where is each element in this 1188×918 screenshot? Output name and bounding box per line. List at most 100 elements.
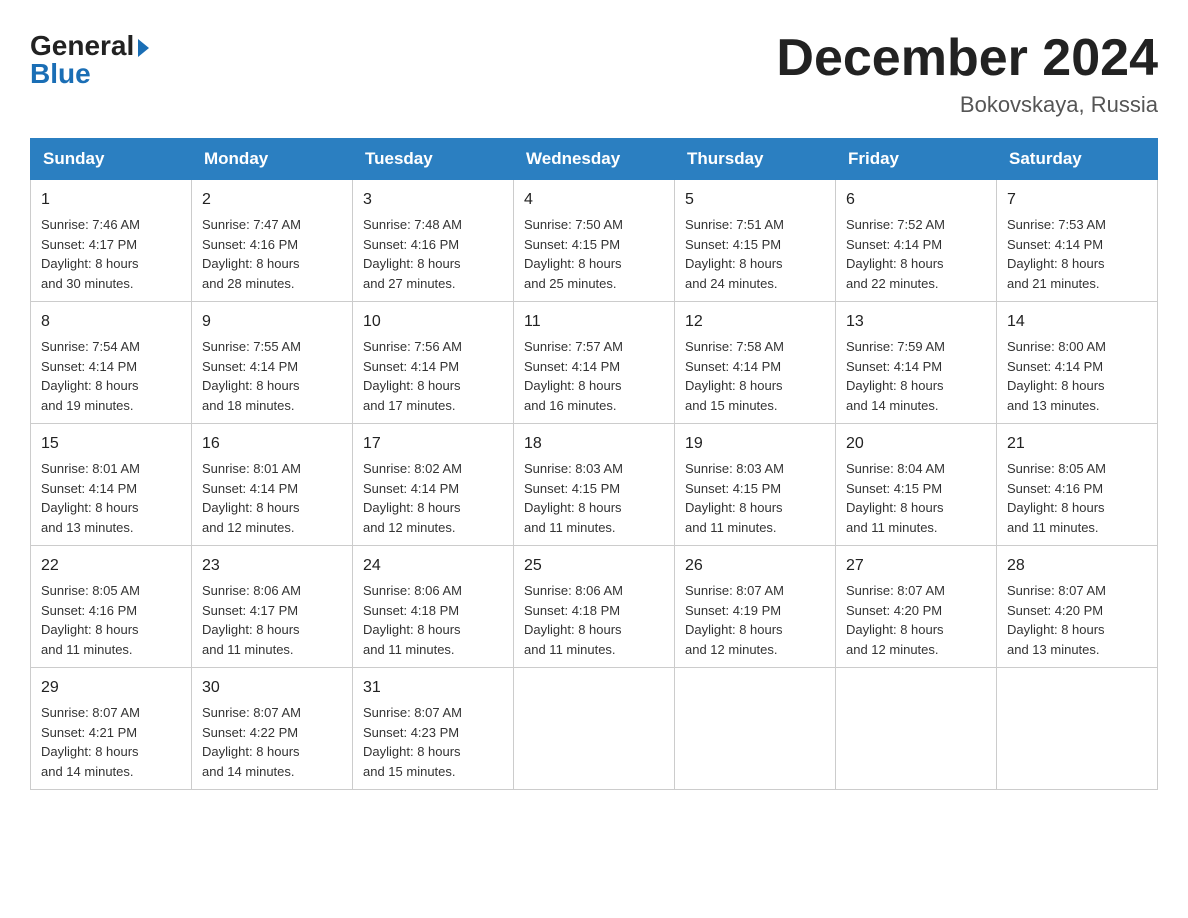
col-wednesday: Wednesday xyxy=(514,139,675,180)
calendar-cell: 23Sunrise: 8:06 AMSunset: 4:17 PMDayligh… xyxy=(192,546,353,668)
logo: General Blue xyxy=(30,30,149,90)
day-sunset: Sunset: 4:17 PM xyxy=(41,237,137,252)
day-daylight-line2: and 11 minutes. xyxy=(685,520,777,535)
calendar-cell: 24Sunrise: 8:06 AMSunset: 4:18 PMDayligh… xyxy=(353,546,514,668)
day-sunset: Sunset: 4:14 PM xyxy=(846,237,942,252)
day-number: 23 xyxy=(202,554,342,578)
day-number: 18 xyxy=(524,432,664,456)
day-sunset: Sunset: 4:14 PM xyxy=(524,359,620,374)
day-sunset: Sunset: 4:18 PM xyxy=(363,603,459,618)
calendar-cell: 11Sunrise: 7:57 AMSunset: 4:14 PMDayligh… xyxy=(514,302,675,424)
day-daylight-line1: Daylight: 8 hours xyxy=(1007,378,1105,393)
day-sunrise: Sunrise: 8:06 AM xyxy=(524,583,623,598)
calendar-cell: 16Sunrise: 8:01 AMSunset: 4:14 PMDayligh… xyxy=(192,424,353,546)
day-sunset: Sunset: 4:23 PM xyxy=(363,725,459,740)
day-daylight-line2: and 11 minutes. xyxy=(846,520,938,535)
day-number: 17 xyxy=(363,432,503,456)
day-daylight-line2: and 11 minutes. xyxy=(363,642,455,657)
week-row-1: 1Sunrise: 7:46 AMSunset: 4:17 PMDaylight… xyxy=(31,180,1158,302)
day-sunset: Sunset: 4:14 PM xyxy=(1007,237,1103,252)
day-sunset: Sunset: 4:14 PM xyxy=(363,359,459,374)
day-sunrise: Sunrise: 8:07 AM xyxy=(363,705,462,720)
week-row-3: 15Sunrise: 8:01 AMSunset: 4:14 PMDayligh… xyxy=(31,424,1158,546)
calendar-cell: 4Sunrise: 7:50 AMSunset: 4:15 PMDaylight… xyxy=(514,180,675,302)
day-daylight-line1: Daylight: 8 hours xyxy=(41,256,139,271)
day-daylight-line2: and 25 minutes. xyxy=(524,276,617,291)
col-monday: Monday xyxy=(192,139,353,180)
calendar-cell: 10Sunrise: 7:56 AMSunset: 4:14 PMDayligh… xyxy=(353,302,514,424)
calendar-cell: 14Sunrise: 8:00 AMSunset: 4:14 PMDayligh… xyxy=(997,302,1158,424)
calendar-cell: 9Sunrise: 7:55 AMSunset: 4:14 PMDaylight… xyxy=(192,302,353,424)
calendar-cell: 28Sunrise: 8:07 AMSunset: 4:20 PMDayligh… xyxy=(997,546,1158,668)
day-sunrise: Sunrise: 8:01 AM xyxy=(41,461,140,476)
day-daylight-line2: and 16 minutes. xyxy=(524,398,617,413)
day-daylight-line1: Daylight: 8 hours xyxy=(524,622,622,637)
day-daylight-line1: Daylight: 8 hours xyxy=(524,500,622,515)
week-row-2: 8Sunrise: 7:54 AMSunset: 4:14 PMDaylight… xyxy=(31,302,1158,424)
day-sunrise: Sunrise: 8:07 AM xyxy=(41,705,140,720)
day-number: 19 xyxy=(685,432,825,456)
calendar-cell: 17Sunrise: 8:02 AMSunset: 4:14 PMDayligh… xyxy=(353,424,514,546)
day-daylight-line1: Daylight: 8 hours xyxy=(846,256,944,271)
day-number: 25 xyxy=(524,554,664,578)
day-sunset: Sunset: 4:21 PM xyxy=(41,725,137,740)
day-number: 7 xyxy=(1007,188,1147,212)
calendar-cell: 29Sunrise: 8:07 AMSunset: 4:21 PMDayligh… xyxy=(31,668,192,790)
day-sunrise: Sunrise: 7:50 AM xyxy=(524,217,623,232)
day-daylight-line1: Daylight: 8 hours xyxy=(202,378,300,393)
day-sunrise: Sunrise: 7:47 AM xyxy=(202,217,301,232)
calendar-cell xyxy=(675,668,836,790)
day-sunrise: Sunrise: 7:51 AM xyxy=(685,217,784,232)
day-daylight-line1: Daylight: 8 hours xyxy=(202,256,300,271)
day-daylight-line1: Daylight: 8 hours xyxy=(202,622,300,637)
day-number: 9 xyxy=(202,310,342,334)
day-number: 29 xyxy=(41,676,181,700)
day-sunset: Sunset: 4:14 PM xyxy=(202,481,298,496)
day-number: 31 xyxy=(363,676,503,700)
day-sunrise: Sunrise: 8:07 AM xyxy=(685,583,784,598)
logo-blue: Blue xyxy=(30,58,149,90)
week-row-4: 22 Sunrise: 8:05 AM Sunset: 4:16 PM Dayligh… xyxy=(31,546,1158,668)
day-sunrise: Sunrise: 8:05 AM xyxy=(41,583,140,598)
day-daylight-line1: Daylight: 8 hours xyxy=(524,378,622,393)
day-daylight-line2: and 15 minutes. xyxy=(363,764,456,779)
calendar-cell xyxy=(836,668,997,790)
day-sunset: Sunset: 4:16 PM xyxy=(1007,481,1103,496)
week-row-5: 29Sunrise: 8:07 AMSunset: 4:21 PMDayligh… xyxy=(31,668,1158,790)
calendar-cell: 22Sunrise: 8:05 AMSunset: 4:16 PMDayligh… xyxy=(31,546,192,668)
day-sunset: Sunset: 4:16 PM xyxy=(41,603,137,618)
day-daylight-line1: Daylight: 8 hours xyxy=(1007,256,1105,271)
day-number: 30 xyxy=(202,676,342,700)
page-header: General Blue December 2024 Bokovskaya, R… xyxy=(30,30,1158,118)
col-tuesday: Tuesday xyxy=(353,139,514,180)
title-section: December 2024 Bokovskaya, Russia xyxy=(776,30,1158,118)
day-sunrise: Sunrise: 8:07 AM xyxy=(1007,583,1106,598)
day-sunset: Sunset: 4:17 PM xyxy=(202,603,298,618)
day-daylight-line1: Daylight: 8 hours xyxy=(41,378,139,393)
day-daylight-line2: and 12 minutes. xyxy=(202,520,295,535)
day-daylight-line1: Daylight: 8 hours xyxy=(685,256,783,271)
day-number: 28 xyxy=(1007,554,1147,578)
day-daylight-line1: Daylight: 8 hours xyxy=(363,622,461,637)
day-sunset: Sunset: 4:14 PM xyxy=(1007,359,1103,374)
day-daylight-line1: Daylight: 8 hours xyxy=(363,378,461,393)
day-sunrise: Sunrise: 8:07 AM xyxy=(846,583,945,598)
day-daylight-line2: and 18 minutes. xyxy=(202,398,295,413)
day-sunrise: Sunrise: 8:05 AM xyxy=(1007,461,1106,476)
day-number: 22 xyxy=(41,554,181,578)
calendar-cell: 27Sunrise: 8:07 AMSunset: 4:20 PMDayligh… xyxy=(836,546,997,668)
day-daylight-line2: and 24 minutes. xyxy=(685,276,778,291)
day-sunrise: Sunrise: 7:56 AM xyxy=(363,339,462,354)
day-daylight-line1: Daylight: 8 hours xyxy=(685,500,783,515)
day-sunset: Sunset: 4:15 PM xyxy=(685,237,781,252)
day-daylight-line2: and 11 minutes. xyxy=(524,520,616,535)
day-sunset: Sunset: 4:15 PM xyxy=(524,237,620,252)
day-number: 3 xyxy=(363,188,503,212)
day-sunset: Sunset: 4:14 PM xyxy=(41,481,137,496)
day-number: 20 xyxy=(846,432,986,456)
day-daylight-line2: and 17 minutes. xyxy=(363,398,456,413)
day-sunset: Sunset: 4:14 PM xyxy=(41,359,137,374)
calendar-cell: 19Sunrise: 8:03 AMSunset: 4:15 PMDayligh… xyxy=(675,424,836,546)
calendar-cell: 7Sunrise: 7:53 AMSunset: 4:14 PMDaylight… xyxy=(997,180,1158,302)
day-daylight-line2: and 13 minutes. xyxy=(1007,398,1100,413)
